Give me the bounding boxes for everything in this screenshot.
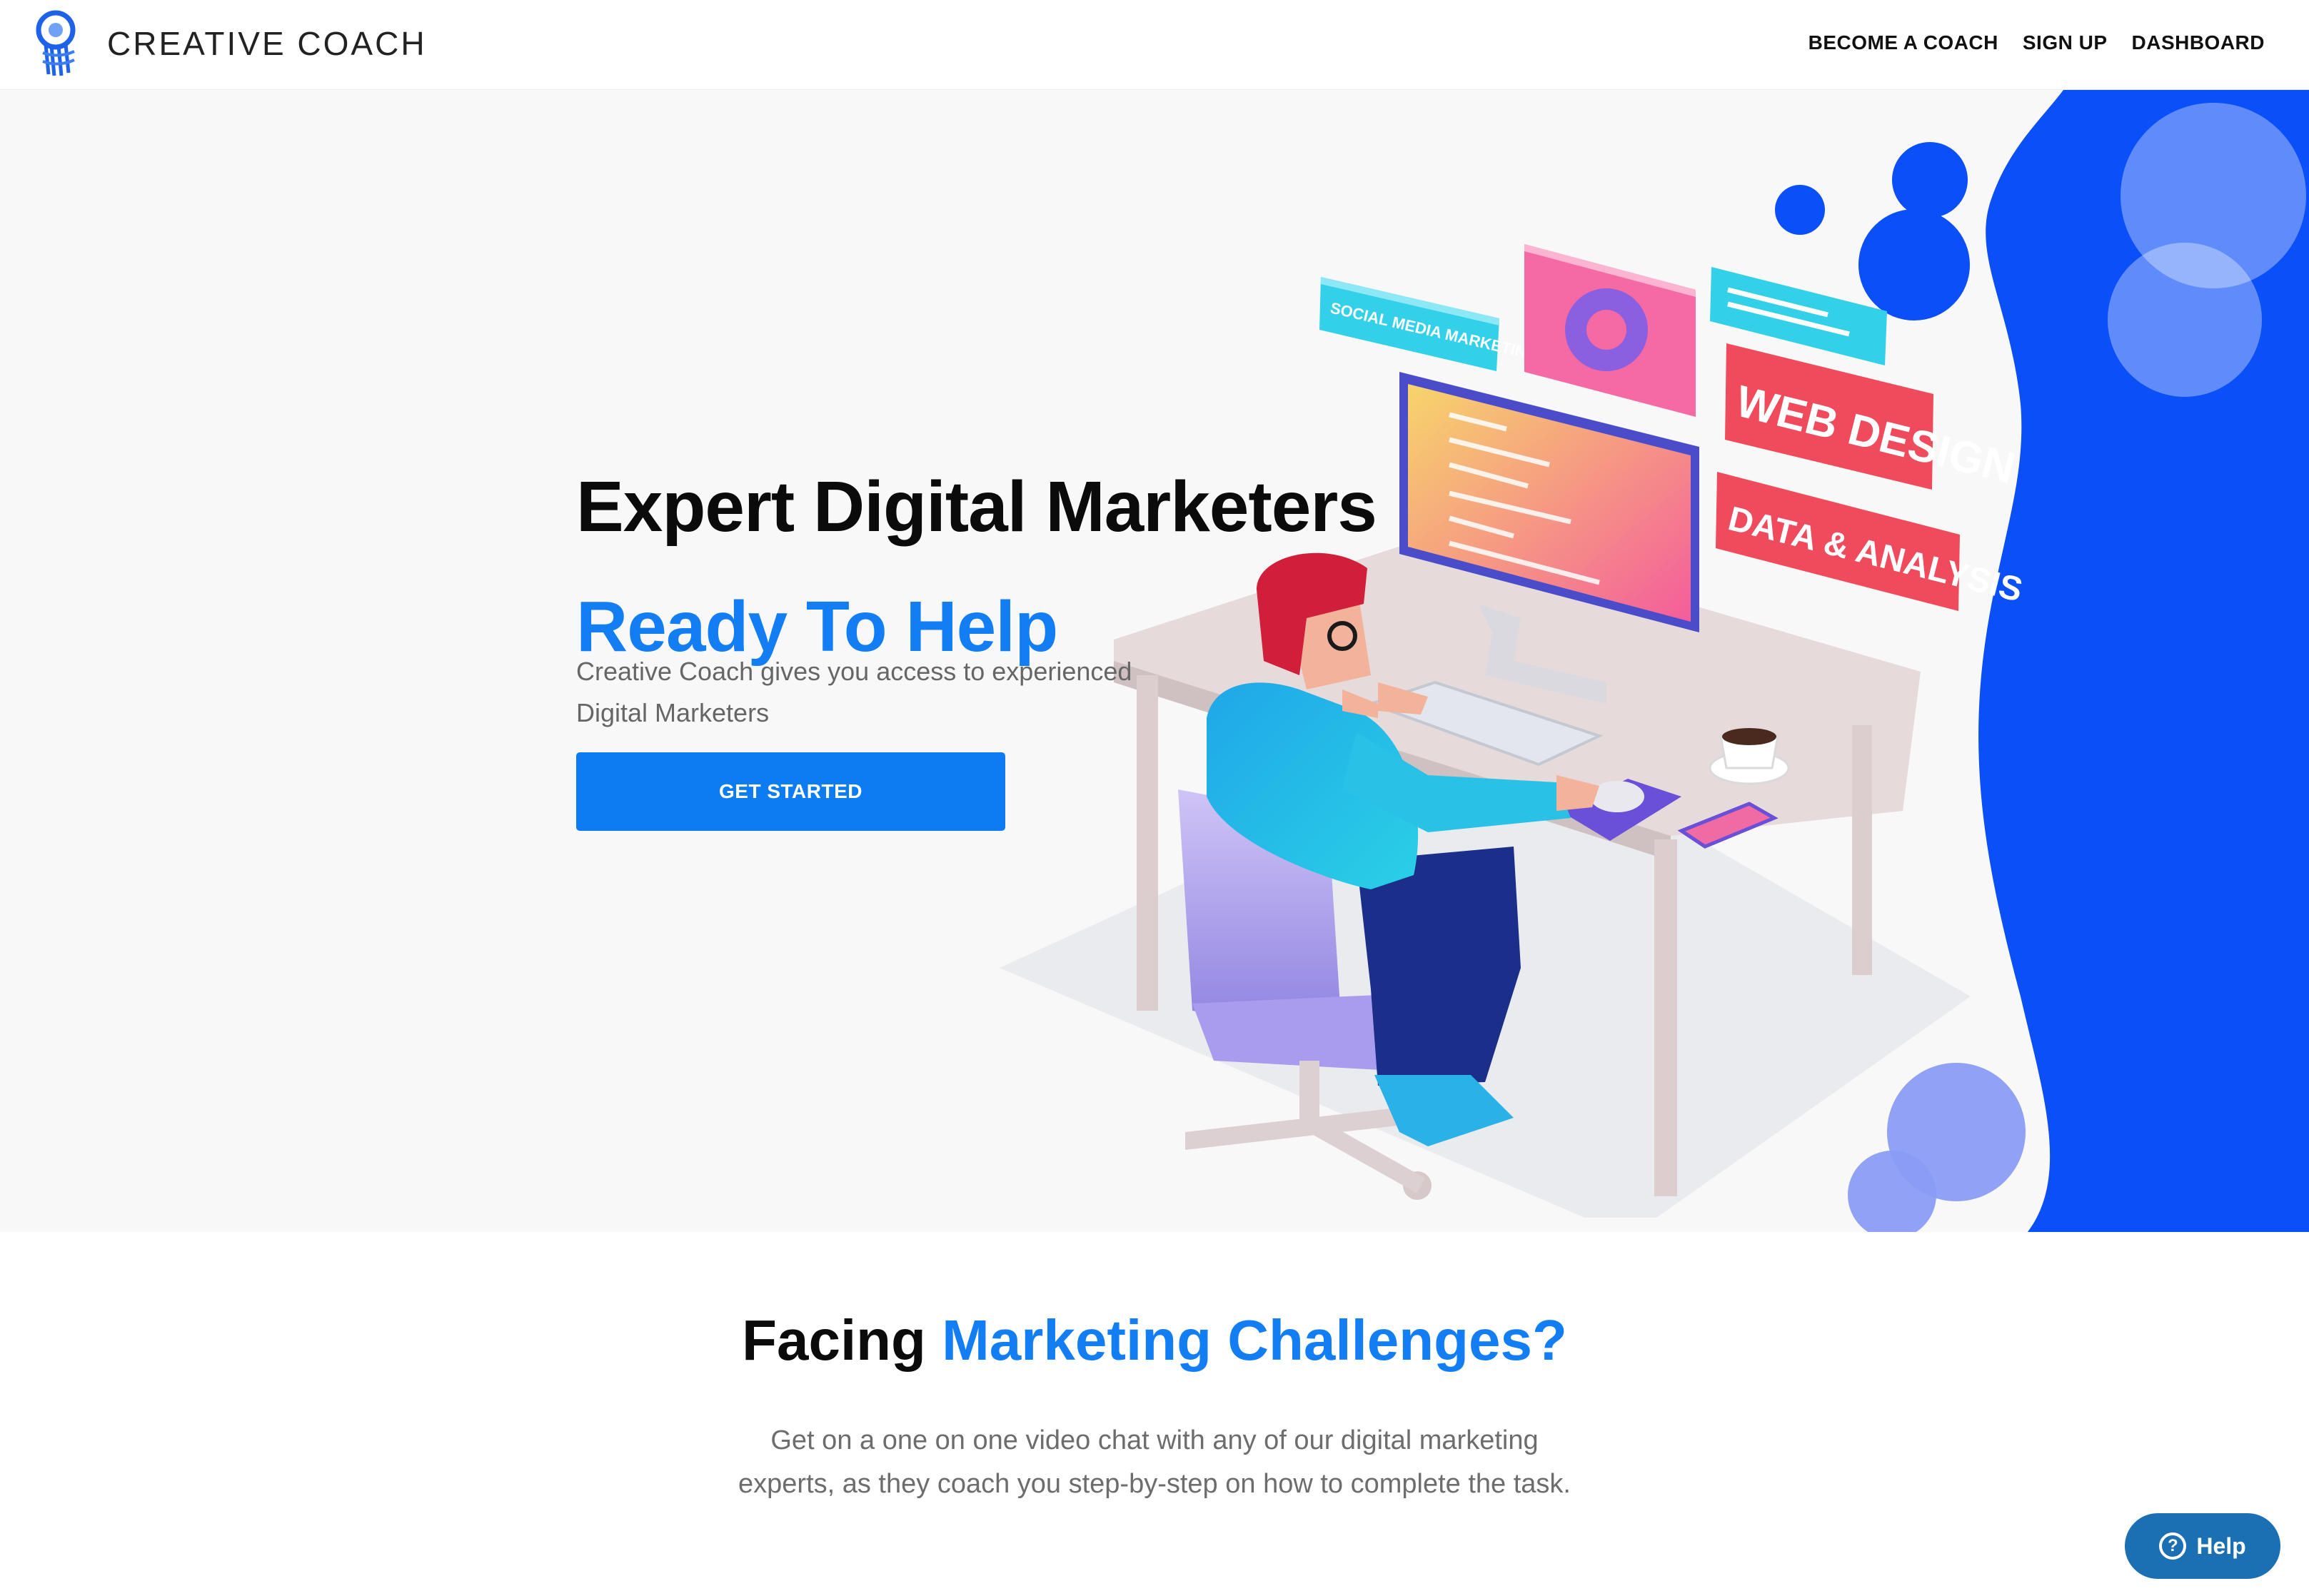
blob-bubble-3 xyxy=(1775,185,1825,235)
brand-name[interactable]: CREATIVE COACH xyxy=(107,24,427,63)
panel-gear xyxy=(1524,244,1696,417)
hero-illustration: SOCIAL MEDIA MARKETING WEB DESIGN DATA &… xyxy=(1000,90,2309,1232)
challenges-description: Get on a one on one video chat with any … xyxy=(738,1425,1571,1499)
challenges-heading-dark: Facing xyxy=(742,1308,926,1372)
blob-bubble-1 xyxy=(1892,142,1968,218)
challenges-heading: Facing Marketing Challenges? xyxy=(0,1308,2309,1373)
nav-sign-up[interactable]: SIGN UP xyxy=(2023,31,2108,54)
question-circle-icon: ? xyxy=(2159,1532,2187,1560)
help-button[interactable]: ? Help xyxy=(2125,1513,2280,1579)
panel-web-design: WEB DESIGN xyxy=(1725,343,2020,493)
panel-data-analysis: DATA & ANALYSIS xyxy=(1716,472,2026,611)
hero-description: Creative Coach gives you access to exper… xyxy=(576,657,1132,727)
nav-dashboard[interactable]: DASHBOARD xyxy=(2132,31,2265,54)
help-label: Help xyxy=(2196,1532,2246,1559)
panel-social-media: SOCIAL MEDIA MARKETING xyxy=(1319,277,1540,371)
hero-title: Expert Digital Marketers xyxy=(576,467,1377,547)
get-started-button[interactable]: GET STARTED xyxy=(576,752,1005,831)
main-nav: BECOME A COACH SIGN UP DASHBOARD xyxy=(1809,31,2265,54)
site-header: CREATIVE COACH BECOME A COACH SIGN UP DA… xyxy=(0,0,2309,90)
blob-bubble-2 xyxy=(1858,209,1970,320)
challenges-heading-blue: Marketing Challenges? xyxy=(942,1308,1567,1372)
nav-become-coach[interactable]: BECOME A COACH xyxy=(1809,31,1998,54)
brand-logo-icon[interactable] xyxy=(30,9,87,80)
hero-section: SOCIAL MEDIA MARKETING WEB DESIGN DATA &… xyxy=(0,90,2309,1232)
light-bubble-2 xyxy=(2108,243,2262,397)
